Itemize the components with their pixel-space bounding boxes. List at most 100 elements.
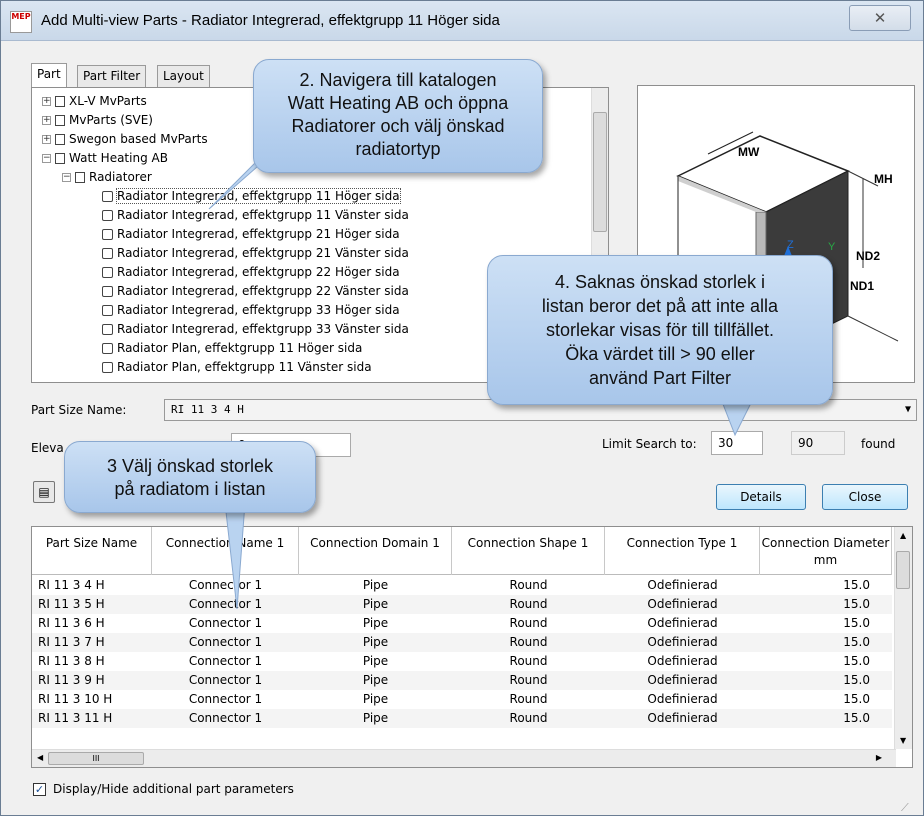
tree-item-part[interactable]: Radiator Integrerad, effektgrupp 33 Höge… xyxy=(102,301,400,320)
tree-item-label: Radiator Integrerad, effektgrupp 33 Väns… xyxy=(117,322,409,336)
display-hide-checkbox[interactable]: ✓ xyxy=(33,783,46,796)
column-header[interactable]: Connection Shape 1 xyxy=(452,527,605,575)
table-cell: Pipe xyxy=(362,673,389,687)
tree-item-part[interactable]: Radiator Plan, effektgrupp 11 Höger sida xyxy=(102,339,362,358)
table-cell: Odefinierad xyxy=(647,597,718,611)
tree-item-swegon[interactable]: + Swegon based MvParts xyxy=(42,130,208,149)
resize-grip-icon[interactable]: ⟋ xyxy=(901,801,909,815)
dim-label-nd2: ND2 xyxy=(856,249,880,263)
dropdown-arrow-icon[interactable]: ▼ xyxy=(905,400,911,420)
tree-item-xlv[interactable]: + XL-V MvParts xyxy=(42,92,147,111)
table-row[interactable]: RI 11 3 4 H Connector 1 Pipe Round Odefinier… xyxy=(32,576,892,595)
table-row[interactable]: RI 11 3 8 H Connector 1 Pipe Round Odefinier… xyxy=(32,652,892,671)
scroll-thumb[interactable]: III xyxy=(48,752,144,765)
callout-step-2: 2. Navigera till katalogen Watt Heating … xyxy=(253,59,543,173)
catalog-icon xyxy=(55,134,65,145)
part-icon xyxy=(102,229,113,240)
table-vertical-scrollbar[interactable]: ▲ ▼ xyxy=(894,527,912,749)
table-cell: Round xyxy=(509,654,548,668)
table-cell: 15.0 xyxy=(843,692,870,706)
catalog-browse-icon: ▤ xyxy=(38,485,50,499)
axis-label-y: Y xyxy=(828,241,836,253)
table-cell: Pipe xyxy=(362,711,389,725)
table-cell: RI 11 3 5 H xyxy=(38,597,105,611)
tab-layout[interactable]: Layout xyxy=(157,65,210,87)
table-cell: Connector 1 xyxy=(188,635,263,649)
scroll-right-icon[interactable]: ▶ xyxy=(876,753,882,762)
callout-step-4: 4. Saknas önskad storlek i listan beror … xyxy=(487,255,833,405)
tree-item-part[interactable]: Radiator Integrerad, effektgrupp 22 Väns… xyxy=(102,282,409,301)
collapse-icon[interactable]: − xyxy=(42,154,51,163)
part-icon xyxy=(102,305,113,316)
catalog-icon xyxy=(55,96,65,107)
scroll-thumb[interactable] xyxy=(593,112,607,232)
tree-item-radiatorer[interactable]: − Radiatorer xyxy=(62,168,152,187)
tree-item-part[interactable]: Radiator Integrerad, effektgrupp 22 Höge… xyxy=(102,263,400,282)
tab-part-filter[interactable]: Part Filter xyxy=(77,65,147,87)
tree-item-part[interactable]: Radiator Integrerad, effektgrupp 21 Höge… xyxy=(102,225,400,244)
tree-item-part[interactable]: Radiator Integrerad, effektgrupp 21 Väns… xyxy=(102,244,409,263)
expand-icon[interactable]: + xyxy=(42,116,51,125)
tree-item-watt-heating[interactable]: − Watt Heating AB xyxy=(42,149,168,168)
tab-part[interactable]: Part xyxy=(31,63,67,87)
table-cell: RI 11 3 4 H xyxy=(38,578,105,592)
column-header[interactable]: Part Size Name xyxy=(32,527,152,575)
column-header[interactable]: Connection Diameter mm xyxy=(760,527,892,575)
dim-label-mw: MW xyxy=(738,145,760,159)
table-horizontal-scrollbar[interactable]: ◀ III ▶ xyxy=(32,749,896,767)
tree-item-label: Radiator Integrerad, effektgrupp 21 Väns… xyxy=(117,246,409,260)
checkmark-icon: ✓ xyxy=(34,783,45,796)
scroll-left-icon[interactable]: ◀ xyxy=(37,753,43,762)
tree-item-part[interactable]: Radiator Integrerad, effektgrupp 33 Väns… xyxy=(102,320,409,339)
expand-icon[interactable]: + xyxy=(42,135,51,144)
tree-item-label: Watt Heating AB xyxy=(69,151,168,165)
part-icon xyxy=(102,286,113,297)
dim-label-nd1: ND1 xyxy=(850,279,874,293)
table-cell: 15.0 xyxy=(843,711,870,725)
table-cell: Connector 1 xyxy=(188,673,263,687)
table-cell: Odefinierad xyxy=(647,616,718,630)
column-header[interactable]: Connection Domain 1 xyxy=(299,527,452,575)
expand-icon[interactable]: + xyxy=(42,97,51,106)
table-row[interactable]: RI 11 3 5 H Connector 1 Pipe Round Odefinier… xyxy=(32,595,892,614)
found-label: found xyxy=(861,437,896,451)
table-cell: Round xyxy=(509,578,548,592)
tree-item-label: Radiator Integrerad, effektgrupp 22 Höge… xyxy=(117,265,400,279)
tree-item-label: Radiator Integrerad, effektgrupp 33 Höge… xyxy=(117,303,400,317)
table-cell: 15.0 xyxy=(843,635,870,649)
scroll-down-icon[interactable]: ▼ xyxy=(900,736,906,745)
tree-item-part[interactable]: Radiator Plan, effektgrupp 11 Vänster si… xyxy=(102,358,372,377)
dialog-window: MEP Add Multi-view Parts - Radiator Inte… xyxy=(0,0,924,816)
found-count: 90 xyxy=(791,431,845,455)
table-cell: Odefinierad xyxy=(647,654,718,668)
table-row[interactable]: RI 11 3 11 H Connector 1 Pipe Round Odefinie… xyxy=(32,709,892,728)
table-cell: RI 11 3 7 H xyxy=(38,635,105,649)
catalog-icon xyxy=(55,153,65,164)
table-cell: Odefinierad xyxy=(647,635,718,649)
tree-item-label: Radiator Plan, effektgrupp 11 Vänster si… xyxy=(117,360,372,374)
close-button[interactable]: Close xyxy=(822,484,908,510)
details-button[interactable]: Details xyxy=(716,484,806,510)
table-cell: Round xyxy=(509,635,548,649)
table-cell: Pipe xyxy=(362,635,389,649)
tree-item-mvparts[interactable]: + MvParts (SVE) xyxy=(42,111,153,130)
title-bar: MEP Add Multi-view Parts - Radiator Inte… xyxy=(1,1,923,41)
app-logo-text: MEP xyxy=(11,12,31,21)
table-row[interactable]: RI 11 3 6 H Connector 1 Pipe Round Odefinier… xyxy=(32,614,892,633)
scroll-thumb[interactable] xyxy=(896,551,910,589)
table-row[interactable]: RI 11 3 10 H Connector 1 Pipe Round Odefinie… xyxy=(32,690,892,709)
table-row[interactable]: RI 11 3 9 H Connector 1 Pipe Round Odefinier… xyxy=(32,671,892,690)
table-cell: 15.0 xyxy=(843,578,870,592)
part-icon xyxy=(102,324,113,335)
window-close-button[interactable]: ✕ xyxy=(849,5,911,31)
scroll-up-icon[interactable]: ▲ xyxy=(900,531,906,540)
table-cell: Connector 1 xyxy=(188,616,263,630)
column-header[interactable]: Connection Type 1 xyxy=(605,527,760,575)
display-hide-label: Display/Hide additional part parameters xyxy=(53,782,294,796)
part-size-table[interactable]: Part Size Name Connection Name 1 Connect… xyxy=(31,526,913,768)
part-icon xyxy=(102,343,113,354)
tree-item-label: XL-V MvParts xyxy=(69,94,147,108)
collapse-icon[interactable]: − xyxy=(62,173,71,182)
table-row[interactable]: RI 11 3 7 H Connector 1 Pipe Round Odefinier… xyxy=(32,633,892,652)
part-catalog-button[interactable]: ▤ xyxy=(33,481,55,503)
